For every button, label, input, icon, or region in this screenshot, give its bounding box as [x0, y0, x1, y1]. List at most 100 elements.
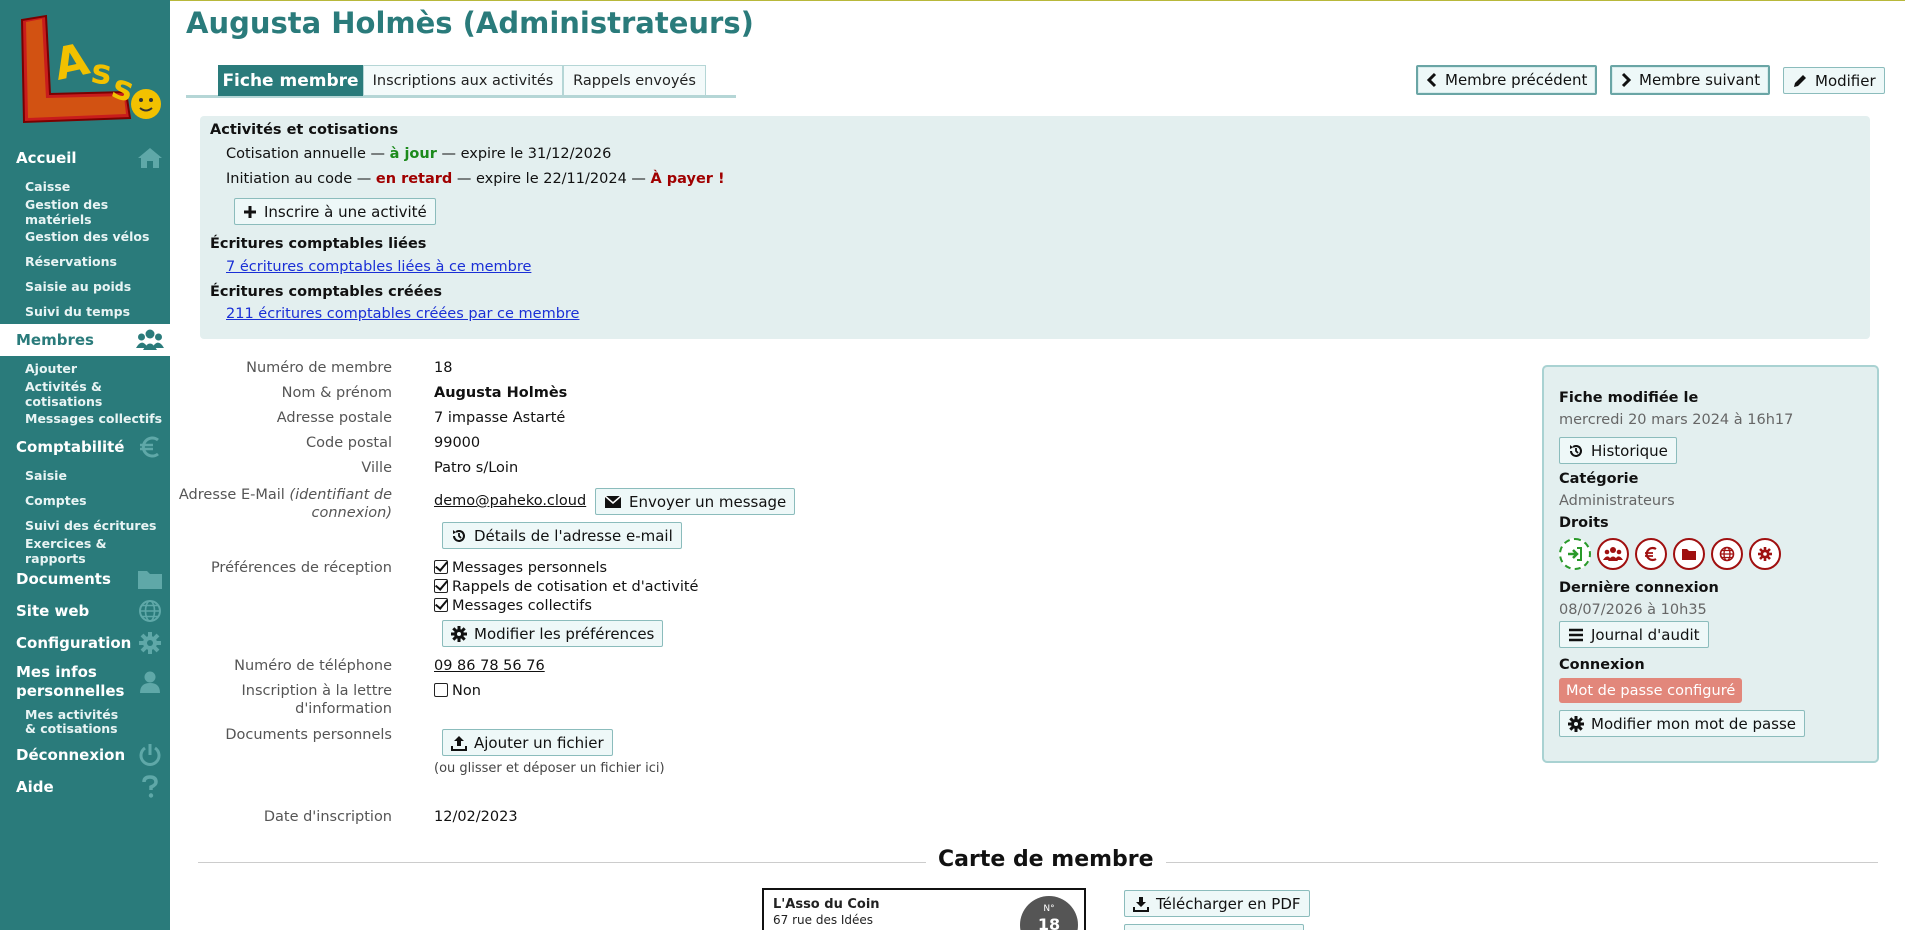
tab-fiche-membre[interactable]: Fiche membre	[218, 65, 363, 96]
edit-prefs-button[interactable]: Modifier les préférences	[442, 620, 664, 647]
subscribe-activity-button[interactable]: Inscrire à une activité	[234, 198, 436, 225]
modified-date: mercredi 20 mars 2024 à 16h17	[1559, 412, 1794, 428]
activity-row: Cotisation annuelle — à jour — expire le…	[226, 146, 611, 162]
tab-rappels[interactable]: Rappels envoyés	[563, 65, 706, 96]
sidebar-item[interactable]: Réservations	[0, 249, 170, 274]
password-status-badge: Mot de passe configuré	[1559, 678, 1743, 703]
sidebar-section-membres[interactable]: Membres	[0, 324, 170, 356]
pref-label: Messages personnels	[452, 560, 608, 576]
address-value: 7 impasse Astarté	[434, 410, 566, 426]
member-name-label: Nom & prénom	[281, 385, 392, 401]
envelope-icon	[604, 494, 622, 508]
edit-member-label: Modifier	[1815, 71, 1876, 90]
sidebar-item[interactable]: Suivi du temps	[0, 299, 170, 324]
download-pdf-label: Télécharger en PDF	[1156, 894, 1301, 913]
change-password-button[interactable]: Modifier mon mot de passe	[1559, 710, 1806, 737]
download-pdf-button[interactable]: Télécharger en PDF	[1124, 890, 1310, 917]
sidebar: A s s Accueil Caisse Gestion des matériels…	[0, 0, 170, 930]
created-entries-link[interactable]: 211 écritures comptables créées par ce m…	[226, 306, 579, 322]
history-icon	[1570, 444, 1582, 457]
sidebar-section-d-connexion[interactable]: Déconnexion	[0, 739, 170, 771]
email-link[interactable]: demo@paheko.cloud	[434, 493, 586, 509]
last-login-value: 08/07/2026 à 10h35	[1559, 602, 1707, 618]
phone-label: Numéro de téléphone	[234, 658, 392, 674]
activity-name: Initiation au code	[226, 171, 353, 187]
previous-member-label: Membre précédent	[1445, 71, 1588, 89]
page-title: Augusta Holmès (Administrateurs)	[186, 6, 754, 40]
sidebar-section-accueil[interactable]: Accueil	[0, 142, 170, 174]
sidebar-item[interactable]: Suivi des écritures	[0, 513, 170, 538]
email-label: Adresse E-Mail (identifiant de connexion…	[152, 486, 392, 522]
member-name: Augusta Holmès	[434, 385, 568, 401]
gear-icon	[451, 625, 467, 642]
email-label-text: Adresse E-Mail	[178, 487, 285, 503]
sidebar-item[interactable]: Ajouter	[0, 356, 170, 381]
pref-checkbox	[434, 560, 448, 574]
sidebar-item[interactable]: Gestion des vélos	[0, 224, 170, 249]
email-label-note: (identifiant de connexion)	[289, 487, 392, 521]
sidebar-item[interactable]: Saisie	[0, 463, 170, 488]
change-password-label: Modifier mon mot de passe	[1591, 714, 1797, 733]
sidebar-section-label: Documents	[16, 570, 111, 588]
sidebar-section-documents[interactable]: Documents	[0, 563, 170, 595]
email-details-label: Détails de l'adresse e-mail	[474, 526, 673, 545]
sidebar-item[interactable]: Activités & cotisations	[0, 379, 170, 409]
power-icon	[136, 741, 164, 769]
linked-entries-heading: Écritures comptables liées	[210, 236, 427, 252]
sidebar-section-label: Accueil	[16, 149, 77, 167]
card-number-prefix: N°	[1043, 904, 1055, 914]
sidebar-section-label: Configuration	[16, 634, 132, 652]
audit-log-button[interactable]: Journal d'audit	[1559, 621, 1709, 648]
main-nav: Accueil Caisse Gestion des matériels Gestio…	[0, 142, 170, 803]
user-icon	[136, 668, 164, 696]
gear-icon	[1749, 538, 1781, 570]
euro-icon	[1635, 538, 1667, 570]
sidebar-section-configuration[interactable]: Configuration	[0, 627, 170, 659]
sidebar-item[interactable]: Caisse	[0, 174, 170, 199]
sidebar-section-label: Comptabilité	[16, 438, 125, 456]
sidebar-item[interactable]: Comptes	[0, 488, 170, 513]
pref-checkbox	[434, 598, 448, 612]
member-number: 18	[434, 360, 453, 376]
sidebar-section-site-web[interactable]: Site web	[0, 595, 170, 627]
next-member-button[interactable]: Membre suivant	[1610, 65, 1771, 95]
sidebar-item[interactable]: Exercices & rapports	[0, 536, 170, 566]
edit-member-button[interactable]: Modifier	[1783, 67, 1885, 94]
sidebar-section-label: Site web	[16, 602, 90, 620]
euro-icon	[136, 433, 164, 461]
tab-inscriptions[interactable]: Inscriptions aux activités	[363, 65, 563, 96]
sidebar-section-mes-infos-personnelles[interactable]: Mes infos personnelles	[0, 659, 170, 705]
previous-member-button[interactable]: Membre précédent	[1416, 65, 1598, 95]
activity-separator: —	[365, 146, 390, 162]
address-label: Adresse postale	[276, 410, 392, 426]
sidebar-section-aide[interactable]: Aide	[0, 771, 170, 803]
send-message-button[interactable]: Envoyer un message	[595, 488, 796, 515]
sidebar-item[interactable]: Messages collectifs	[0, 406, 170, 431]
sidebar-section-comptabilit-[interactable]: Comptabilité	[0, 431, 170, 463]
phone-link[interactable]: 09 86 78 56 76	[434, 658, 545, 674]
pref-item: Messages personnels	[434, 560, 607, 576]
pencil-icon	[1794, 74, 1806, 87]
newsletter-value: Non	[434, 683, 481, 699]
top-border	[170, 0, 1905, 1]
logo[interactable]: A s s	[6, 6, 166, 138]
sidebar-item[interactable]: Saisie au poids	[0, 274, 170, 299]
globe-icon	[136, 597, 164, 625]
users-icon	[1597, 538, 1629, 570]
list-icon	[1569, 628, 1583, 641]
sidebar-item[interactable]: Mes activités & cotisations	[0, 705, 130, 739]
download-icon	[1133, 896, 1149, 912]
city-value: Patro s/Loin	[434, 460, 519, 476]
sidebar-item[interactable]: Gestion des matériels	[0, 197, 170, 227]
pref-item: Rappels de cotisation et d'activité	[434, 579, 698, 595]
history-button[interactable]: Historique	[1559, 437, 1677, 464]
add-file-button[interactable]: Ajouter un fichier	[442, 729, 613, 756]
created-entries-heading: Écritures comptables créées	[210, 284, 443, 300]
card-extra-button[interactable]	[1124, 924, 1304, 930]
linked-entries-link[interactable]: 7 écritures comptables liées à ce membre	[226, 259, 531, 275]
users-icon	[136, 326, 164, 354]
upload-icon	[451, 735, 467, 751]
email-details-button[interactable]: Détails de l'adresse e-mail	[442, 522, 682, 549]
card-number-badge: N° 18	[1020, 896, 1078, 930]
newsletter-label: Inscription à la lettre d'information	[241, 683, 392, 717]
